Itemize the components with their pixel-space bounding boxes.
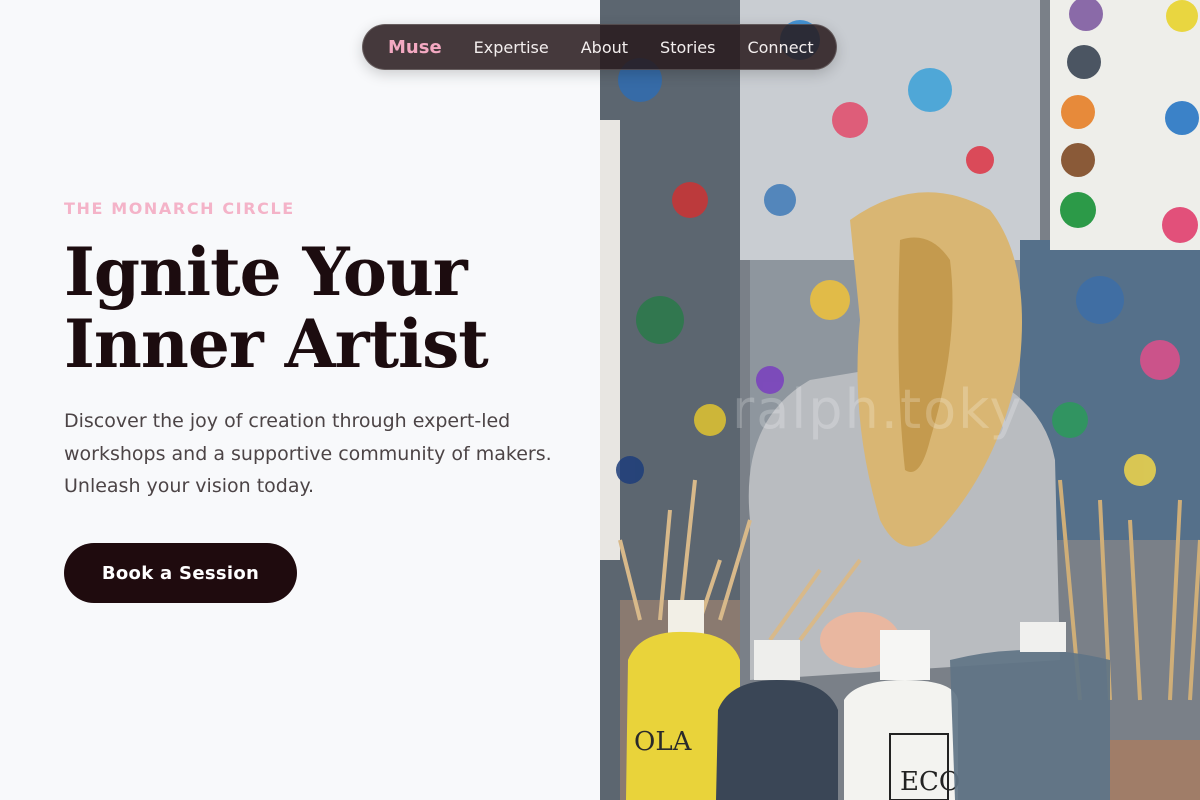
nav-link-stories[interactable]: Stories — [660, 38, 715, 57]
nav-link-expertise[interactable]: Expertise — [474, 38, 549, 57]
hero-eyebrow: THE MONARCH CIRCLE — [64, 199, 295, 218]
headline-line-1: Ignite Your — [64, 233, 468, 311]
book-session-button[interactable]: Book a Session — [64, 543, 297, 603]
hero-image: OLA ECO ralph.toky — [600, 0, 1200, 800]
hero-description: Discover the joy of creation through exp… — [64, 410, 552, 497]
bottle-label-eco: ECO — [900, 767, 960, 797]
nav-link-connect[interactable]: Connect — [747, 38, 813, 57]
nav-link-about[interactable]: About — [581, 38, 628, 57]
main-nav: Muse Expertise About Stories Connect — [362, 24, 837, 70]
headline-line-2: Inner Artist — [64, 305, 489, 383]
brand-logo-link[interactable]: Muse — [388, 37, 442, 58]
image-watermark: ralph.toky — [732, 378, 1024, 441]
hero-headline: Ignite Your Inner Artist — [64, 236, 584, 380]
bottle-label-ola: OLA — [634, 727, 693, 757]
